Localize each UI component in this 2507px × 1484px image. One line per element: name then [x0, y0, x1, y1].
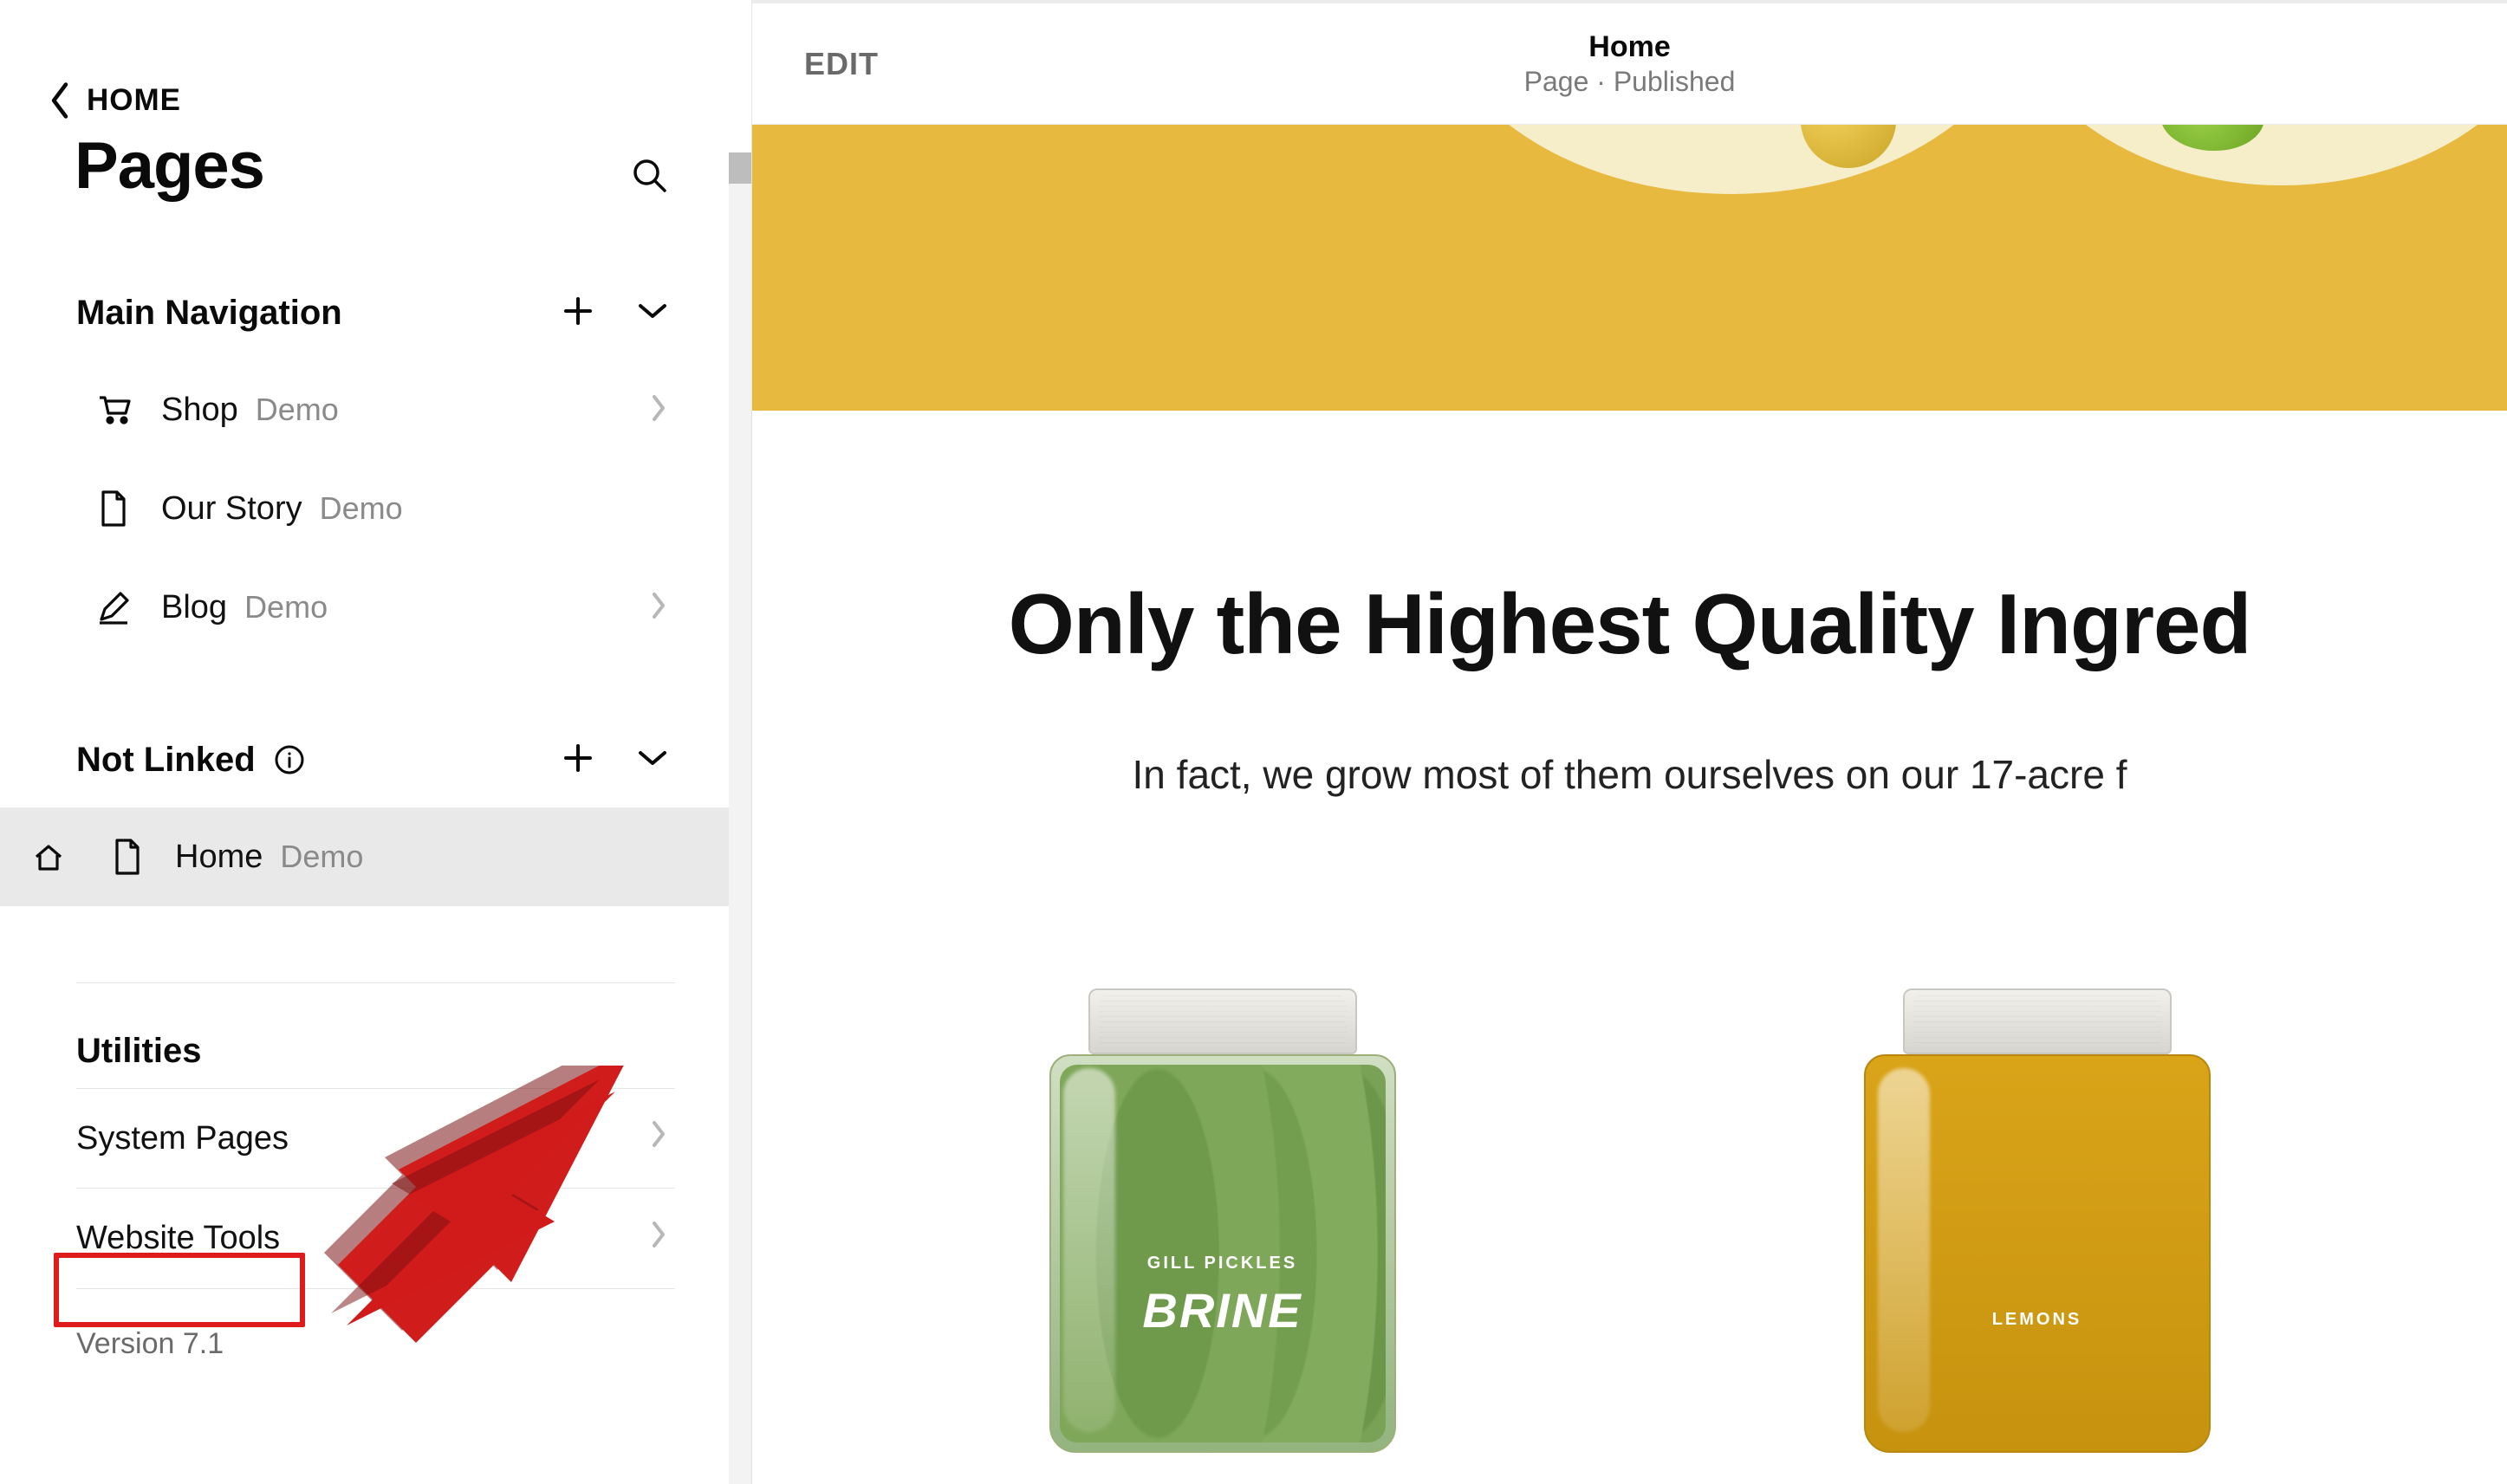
- section-subtext: In fact, we grow most of them ourselves …: [787, 751, 2472, 798]
- chevron-right-icon: [651, 393, 668, 427]
- hero-banner: [752, 125, 2507, 411]
- page-title: Home: [752, 30, 2507, 64]
- info-icon[interactable]: [273, 743, 306, 776]
- nav-item-our-story[interactable]: Our Story Demo: [0, 459, 751, 558]
- nav-item-tag: Demo: [244, 589, 328, 625]
- preview-body: Only the Highest Quality Ingred In fact,…: [752, 125, 2507, 1484]
- jar-kicker: GILL PICKLES: [1051, 1254, 1394, 1273]
- pages-panel: HOME Pages Main Navigation: [0, 0, 752, 1484]
- utility-website-tools[interactable]: Website Tools: [76, 1189, 675, 1289]
- edit-button[interactable]: EDIT: [804, 46, 879, 82]
- page-icon: [90, 489, 137, 528]
- nav-item-blog[interactable]: Blog Demo: [0, 558, 751, 657]
- section-title-not-linked: Not Linked: [76, 741, 256, 780]
- nav-item-label: Our Story: [161, 490, 302, 528]
- section-copy: Only the Highest Quality Ingred In fact,…: [752, 411, 2507, 798]
- nav-item-tag: Demo: [320, 490, 403, 527]
- back-label: HOME: [87, 83, 181, 118]
- search-button[interactable]: [630, 156, 668, 194]
- nav-item-tag: Demo: [256, 392, 339, 428]
- jar-kicker: LEMONS: [1866, 1310, 2209, 1330]
- page-icon: [104, 837, 151, 877]
- nav-item-shop[interactable]: Shop Demo: [0, 360, 751, 459]
- nav-item-label: Home: [175, 839, 263, 876]
- scrollbar[interactable]: [729, 152, 751, 1484]
- preview-header: EDIT Home Page · Published: [752, 0, 2507, 125]
- section-title-utilities: Utilities: [0, 983, 751, 1088]
- cart-icon: [90, 391, 137, 429]
- utility-label: Website Tools: [76, 1220, 280, 1257]
- pages-panel-title: Pages: [75, 133, 264, 199]
- utility-system-pages[interactable]: System Pages: [76, 1088, 675, 1189]
- pen-icon: [90, 588, 137, 626]
- add-page-button[interactable]: [561, 741, 595, 780]
- section-heading: Only the Highest Quality Ingred: [787, 575, 2472, 673]
- collapse-section-button[interactable]: [637, 301, 668, 326]
- jar-lid: [1088, 988, 1357, 1054]
- collapse-section-button[interactable]: [637, 748, 668, 773]
- page-status: Page · Published: [752, 66, 2507, 98]
- nav-item-tag: Demo: [280, 839, 363, 875]
- product-jar-pickles: GILL PICKLES BRINE: [1041, 988, 1405, 1474]
- home-icon: [31, 839, 66, 874]
- jar-lid: [1903, 988, 2172, 1054]
- nav-item-label: Shop: [161, 392, 238, 429]
- chevron-left-icon: [47, 81, 73, 120]
- chevron-right-icon: [651, 591, 668, 625]
- chevron-right-icon: [651, 1220, 668, 1258]
- product-row: GILL PICKLES BRINE LEMONS: [752, 988, 2507, 1474]
- nav-item-home[interactable]: Home Demo: [0, 807, 751, 906]
- section-title-main-nav: Main Navigation: [76, 294, 561, 333]
- chevron-right-icon: [651, 1119, 668, 1157]
- jar-name: BRINE: [1051, 1282, 1394, 1338]
- add-page-button[interactable]: [561, 294, 595, 333]
- utility-label: System Pages: [76, 1120, 289, 1157]
- nav-item-label: Blog: [161, 589, 227, 626]
- scrollbar-thumb[interactable]: [729, 152, 751, 184]
- version-label: Version 7.1: [0, 1289, 751, 1399]
- product-jar-lemons: LEMONS: [1855, 988, 2219, 1474]
- preview-pane: EDIT Home Page · Published Only the High…: [752, 0, 2507, 1484]
